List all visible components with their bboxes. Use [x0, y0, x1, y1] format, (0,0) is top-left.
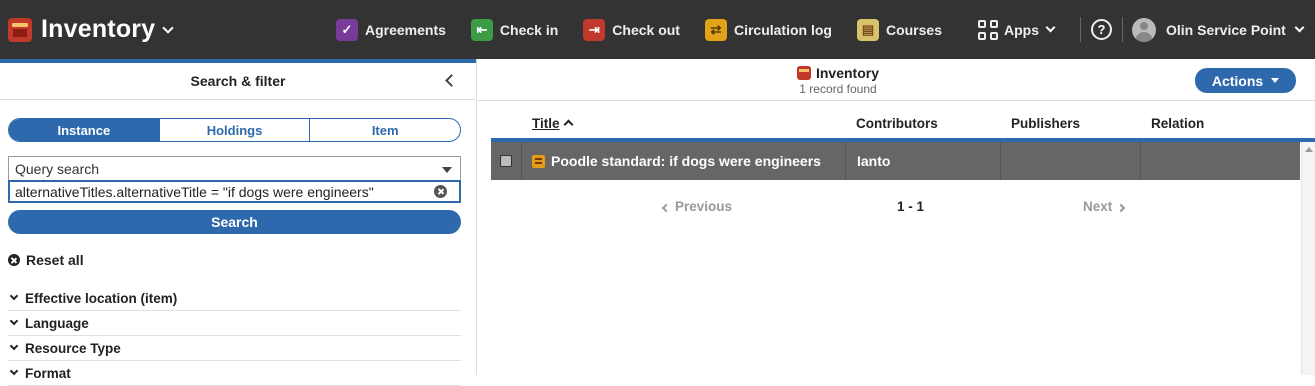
help-icon[interactable]: ?: [1091, 19, 1112, 40]
facet-list: Effective location (item) Language Resou…: [8, 286, 461, 386]
circulation-log-icon: ⇄: [704, 18, 727, 41]
chevron-left-icon: [661, 203, 671, 213]
app-switcher[interactable]: Inventory: [0, 0, 174, 59]
search-option-select[interactable]: Query search: [8, 156, 461, 180]
apps-grid-icon: [978, 19, 998, 40]
search-input[interactable]: alternativeTitles.alternativeTitle = "if…: [8, 180, 461, 203]
inventory-app-icon: [796, 66, 811, 80]
table-header: Title Contributors Publishers Relation: [491, 111, 1315, 137]
app-nav: ✓ Agreements ⇤ Check in ⇥ Check out ⇄ Ci…: [336, 0, 967, 59]
chevron-down-icon: [9, 366, 19, 376]
facet-label: Format: [25, 365, 71, 381]
actions-label: Actions: [1211, 72, 1264, 89]
inventory-app-icon: [8, 17, 32, 42]
title-cell: Poodle standard: if dogs were engineers: [522, 142, 846, 180]
facet-language[interactable]: Language: [8, 311, 461, 336]
check-out-icon: ⇥: [583, 18, 606, 41]
apps-menu-button[interactable]: Apps: [978, 0, 1056, 59]
nav-item-courses[interactable]: ▤ Courses: [856, 0, 952, 59]
segment-instance[interactable]: Instance: [9, 119, 160, 141]
clear-search-icon[interactable]: [434, 185, 447, 198]
chevron-right-icon: [1117, 203, 1126, 213]
top-navigation-bar: Inventory ✓ Agreements ⇤ Check in ⇥ Chec…: [0, 0, 1315, 59]
divider: [1122, 17, 1123, 42]
chevron-down-icon: [9, 291, 19, 301]
row-select-cell: [491, 142, 522, 180]
nav-label: Agreements: [365, 21, 446, 38]
chevron-down-icon: [9, 341, 19, 351]
nav-item-circulation-log[interactable]: ⇄ Circulation log: [704, 0, 842, 59]
nav-label: Check in: [499, 21, 559, 38]
caret-down-icon: [1271, 78, 1280, 83]
chevron-down-icon: [9, 316, 19, 326]
chevron-down-icon: [1045, 22, 1056, 33]
sort-ascending-icon: [563, 119, 573, 130]
reset-all-label: Reset all: [26, 252, 84, 268]
table-row[interactable]: Poodle standard: if dogs were engineers …: [491, 142, 1300, 180]
results-scrollbar[interactable]: [1301, 142, 1315, 375]
search-option-value: Query search: [15, 160, 100, 177]
results-pane-header: Inventory 1 record found Actions: [478, 59, 1315, 101]
results-pane: Inventory 1 record found Actions Title C…: [478, 59, 1315, 375]
row-title: Poodle standard: if dogs were engineers: [551, 153, 821, 169]
nav-label: Check out: [612, 21, 680, 38]
scroll-up-icon[interactable]: [1305, 147, 1313, 152]
check-in-icon: ⇤: [470, 18, 493, 41]
column-header-title[interactable]: Title: [532, 116, 573, 131]
row-checkbox[interactable]: [500, 155, 512, 167]
collapse-pane-icon[interactable]: [445, 74, 458, 87]
app-title: Inventory: [41, 15, 156, 43]
chevron-down-icon: [1294, 22, 1305, 33]
column-header-publishers[interactable]: Publishers: [1011, 116, 1080, 131]
service-point-label: Olin Service Point: [1166, 21, 1286, 38]
page-range: 1 - 1: [897, 199, 925, 214]
courses-icon: ▤: [856, 18, 879, 41]
filter-pane-title: Search & filter: [190, 73, 286, 89]
reset-all-button[interactable]: Reset all: [8, 252, 84, 268]
filter-pane-header: Search & filter: [0, 63, 476, 100]
facet-format[interactable]: Format: [8, 361, 461, 386]
chevron-down-icon: [162, 21, 174, 34]
nav-item-agreements[interactable]: ✓ Agreements: [336, 0, 456, 59]
search-filter-pane: Search & filter Instance Holdings Item Q…: [0, 59, 477, 386]
times-circle-icon: [8, 254, 20, 266]
agreements-icon: ✓: [336, 18, 358, 41]
nav-item-check-out[interactable]: ⇥ Check out: [583, 0, 690, 59]
results-title-wrap: Inventory: [478, 65, 1198, 81]
nav-label: Courses: [885, 21, 942, 38]
instance-icon: [532, 154, 545, 168]
nav-item-check-in[interactable]: ⇤ Check in: [470, 0, 568, 59]
divider: [1080, 17, 1081, 42]
relation-cell: [1141, 142, 1300, 180]
facet-resource-type[interactable]: Resource Type: [8, 336, 461, 361]
facet-label: Effective location (item): [25, 290, 178, 306]
caret-down-icon: [442, 167, 452, 173]
profile-menu[interactable]: Olin Service Point: [1132, 0, 1305, 59]
column-header-relation[interactable]: Relation: [1151, 116, 1204, 131]
record-count: 1 record found: [799, 82, 877, 96]
next-page-button[interactable]: Next: [1083, 199, 1126, 214]
actions-button[interactable]: Actions: [1195, 68, 1296, 93]
results-title: Inventory: [815, 65, 879, 81]
nav-label: Circulation log: [733, 21, 832, 38]
pagination: Previous 1 - 1 Next: [491, 197, 1300, 219]
facet-effective-location[interactable]: Effective location (item): [8, 286, 461, 311]
segment-item[interactable]: Item: [310, 119, 460, 141]
apps-label: Apps: [1004, 21, 1039, 38]
facet-label: Resource Type: [25, 340, 121, 356]
facet-label: Language: [25, 315, 89, 331]
search-button[interactable]: Search: [8, 210, 461, 234]
column-header-contributors[interactable]: Contributors: [856, 116, 938, 131]
publishers-cell: [1001, 142, 1141, 180]
segment-holdings[interactable]: Holdings: [160, 119, 311, 141]
contributors-cell: Ianto: [846, 142, 1001, 180]
search-input-value: alternativeTitles.alternativeTitle = "if…: [15, 183, 374, 200]
previous-page-button[interactable]: Previous: [661, 199, 732, 214]
segment-control: Instance Holdings Item: [8, 118, 461, 142]
avatar: [1132, 17, 1156, 42]
